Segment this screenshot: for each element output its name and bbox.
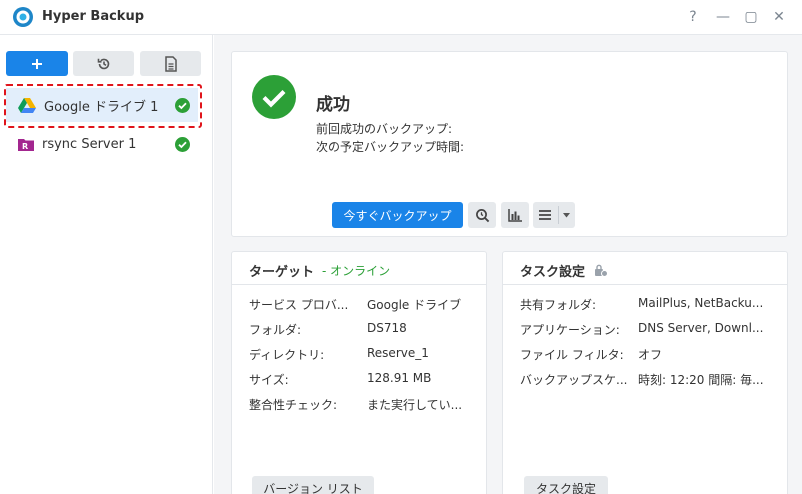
log-button[interactable]	[140, 51, 201, 76]
sidebar-item-google-drive[interactable]: Google ドライブ 1	[6, 88, 198, 122]
document-icon	[164, 55, 177, 72]
plus-icon	[32, 58, 42, 69]
target-title: ターゲット	[249, 265, 315, 280]
more-actions-button[interactable]	[533, 202, 575, 228]
success-check-icon	[175, 98, 190, 113]
title-bar: Hyper Backup ? — ▢ ✕	[0, 0, 802, 35]
success-check-icon	[175, 137, 190, 152]
minimize-button[interactable]: —	[712, 6, 734, 28]
row-value: オフ	[638, 348, 663, 362]
bar-chart-icon	[507, 209, 522, 222]
menu-icon	[539, 210, 551, 220]
statistics-button[interactable]	[501, 202, 529, 228]
task-settings-title: タスク設定	[520, 265, 586, 280]
google-drive-icon	[18, 98, 36, 113]
caret-down-icon	[563, 212, 570, 217]
row-key: サービス プロバ...	[249, 298, 349, 312]
svg-text:R: R	[22, 142, 28, 151]
row-key: サイズ:	[249, 373, 289, 387]
backup-now-button[interactable]: 今すぐバックアップ	[332, 202, 463, 228]
status-card: 成功 前回成功のバックアップ: 次の予定バックアップ時間: 今すぐバックアップ	[231, 51, 788, 237]
lock-settings-icon	[595, 264, 608, 277]
close-button[interactable]: ✕	[768, 6, 790, 28]
row-value: 128.91 MB	[367, 371, 432, 385]
row-value: Reserve_1	[367, 346, 429, 360]
row-value: 時刻: 12:20 間隔: 毎...	[638, 373, 764, 387]
sidebar-item-label: Google ドライブ 1	[44, 99, 159, 115]
target-card: ターゲット - オンライン サービス プロバ... Google ドライブ フォ…	[231, 251, 487, 494]
row-key: ファイル フィルタ:	[520, 348, 624, 362]
task-card-header: タスク設定	[503, 252, 787, 285]
app-title: Hyper Backup	[42, 9, 145, 24]
sidebar: Google ドライブ 1 R rsync Server 1	[0, 35, 213, 494]
task-settings-card: タスク設定 共有フォルダ: MailPlus, NetBacku... アプリケ…	[502, 251, 788, 494]
split-divider	[558, 206, 559, 224]
restore-button[interactable]	[73, 51, 134, 76]
row-value: MailPlus, NetBacku...	[638, 296, 764, 310]
maximize-button[interactable]: ▢	[740, 6, 762, 28]
row-key: 整合性チェック:	[249, 398, 338, 412]
add-task-button[interactable]	[6, 51, 68, 76]
status-title: 成功	[316, 95, 350, 115]
row-value: Google ドライブ	[367, 298, 462, 312]
version-list-button[interactable]: バージョン リスト	[252, 476, 374, 494]
help-button[interactable]: ?	[682, 6, 704, 28]
hyper-backup-logo-icon	[13, 7, 33, 27]
sidebar-item-rsync-server[interactable]: R rsync Server 1	[6, 127, 198, 161]
rsync-server-icon: R	[18, 139, 34, 151]
integrity-check-button[interactable]	[468, 202, 496, 228]
row-value: また実行してい...	[367, 398, 463, 412]
row-value: DS718	[367, 321, 407, 335]
row-key: バックアップスケ...	[520, 373, 628, 387]
row-value: DNS Server, Downl...	[638, 321, 764, 335]
last-backup-label: 前回成功のバックアップ:	[316, 122, 453, 136]
sidebar-item-label: rsync Server 1	[42, 136, 137, 152]
task-settings-button[interactable]: タスク設定	[524, 476, 608, 494]
main-content: 成功 前回成功のバックアップ: 次の予定バックアップ時間: 今すぐバックアップ	[214, 35, 802, 494]
row-key: ディレクトリ:	[249, 348, 325, 362]
magnifier-icon	[475, 208, 489, 222]
target-card-header: ターゲット - オンライン	[232, 252, 486, 285]
row-key: フォルダ:	[249, 323, 302, 337]
row-key: 共有フォルダ:	[520, 298, 597, 312]
success-large-icon	[252, 75, 296, 119]
row-key: アプリケーション:	[520, 323, 620, 337]
online-status: - オンライン	[322, 264, 391, 278]
history-icon	[97, 58, 109, 69]
next-backup-label: 次の予定バックアップ時間:	[316, 140, 465, 154]
